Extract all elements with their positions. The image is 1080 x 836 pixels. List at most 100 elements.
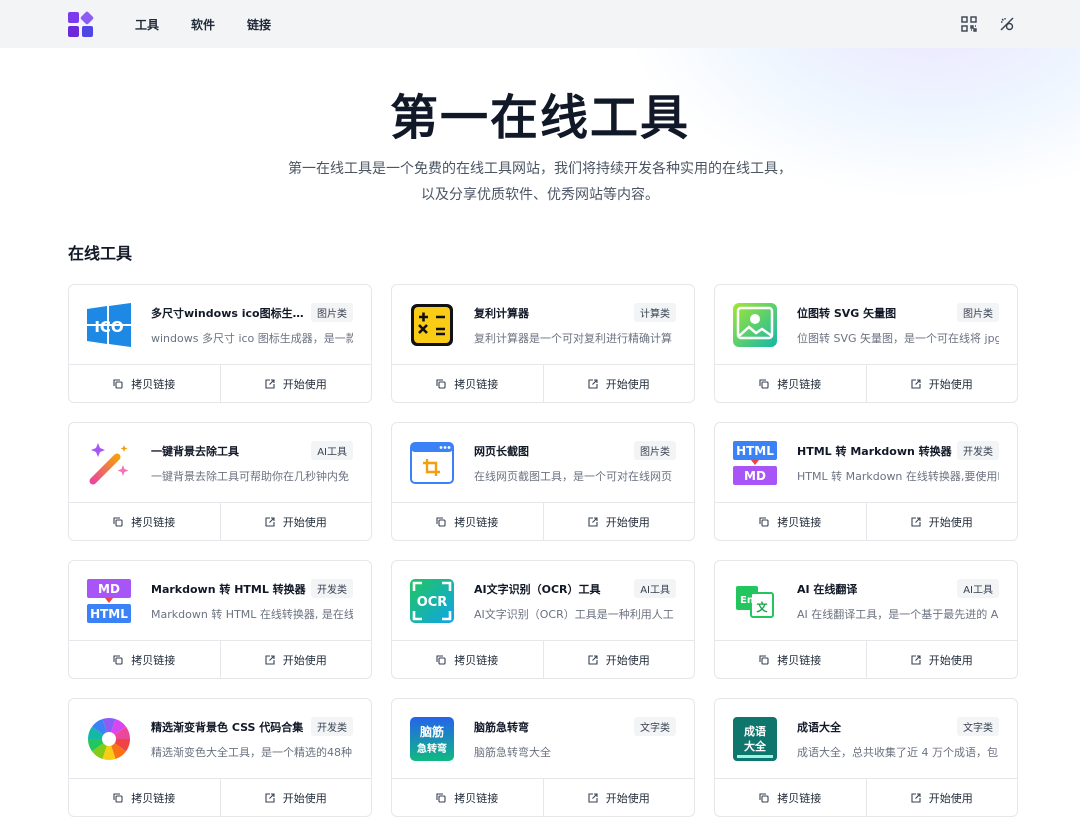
tool-card[interactable]: ICO 多尺寸windows ico图标生成... 图片类 windows 多尺… <box>68 284 372 403</box>
screenshot-icon <box>410 441 454 485</box>
copy-link-button[interactable]: 拷贝链接 <box>392 503 543 540</box>
start-using-button[interactable]: 开始使用 <box>542 779 695 816</box>
nav-item-software[interactable]: 软件 <box>191 16 215 33</box>
qr-code-icon[interactable] <box>960 15 978 33</box>
copy-link-button[interactable]: 拷贝链接 <box>392 779 543 816</box>
tool-card[interactable]: 精选渐变背景色 CSS 代码合集 开发类 精选渐变色大全工具，是一个精选的48种… <box>68 698 372 817</box>
tool-card[interactable]: OCR AI文字识别（OCR）工具 AI工具 AI文字识别（OCR）工具是一种利… <box>391 560 695 679</box>
start-using-button[interactable]: 开始使用 <box>219 779 372 816</box>
tool-name[interactable]: Markdown 转 HTML 转换器 <box>151 581 306 597</box>
nav-item-links[interactable]: 链接 <box>247 16 271 33</box>
tool-name[interactable]: 网页长截图 <box>474 443 529 459</box>
tool-name[interactable]: HTML 转 Markdown 转换器 <box>797 443 952 459</box>
external-link-icon <box>265 517 275 527</box>
tool-card[interactable]: 一键背景去除工具 AI工具 一键背景去除工具可帮助你在几秒钟内免 拷贝链接 开始… <box>68 422 372 541</box>
copy-icon <box>113 379 123 389</box>
tool-category-badge: 计算类 <box>634 303 676 323</box>
external-link-icon <box>911 517 921 527</box>
tool-category-badge: AI工具 <box>311 441 353 461</box>
tool-card-body[interactable]: 复利计算器 计算类 复利计算器是一个可对复利进行精确计算 <box>392 285 694 364</box>
external-link-icon <box>265 793 275 803</box>
start-using-button[interactable]: 开始使用 <box>865 365 1018 402</box>
start-using-button[interactable]: 开始使用 <box>865 641 1018 678</box>
tool-card[interactable]: 位图转 SVG 矢量图 图片类 位图转 SVG 矢量图，是一个可在线将 jpg … <box>714 284 1018 403</box>
tool-card[interactable]: En 文 AI 在线翻译 AI工具 AI 在线翻译工具，是一个基于最先进的 A 拷… <box>714 560 1018 679</box>
start-using-button[interactable]: 开始使用 <box>865 779 1018 816</box>
tool-description: HTML 转 Markdown 在线转换器,要使用H <box>797 470 999 484</box>
copy-link-label: 拷贝链接 <box>131 653 176 667</box>
copy-link-button[interactable]: 拷贝链接 <box>715 641 866 678</box>
start-using-button[interactable]: 开始使用 <box>219 503 372 540</box>
tool-name[interactable]: 一键背景去除工具 <box>151 443 239 459</box>
copy-link-button[interactable]: 拷贝链接 <box>69 641 220 678</box>
tool-card-body[interactable]: 成语 大全 成语大全 文字类 成语大全，总共收集了近 4 万个成语，包 <box>715 699 1017 778</box>
tool-name[interactable]: 成语大全 <box>797 719 841 735</box>
tool-card[interactable]: MD HTML Markdown 转 HTML 转换器 开发类 Markdown … <box>68 560 372 679</box>
site-logo[interactable] <box>68 10 95 37</box>
magic-wand-icon <box>87 441 131 485</box>
start-using-label: 开始使用 <box>605 791 650 805</box>
tool-card-body[interactable]: En 文 AI 在线翻译 AI工具 AI 在线翻译工具，是一个基于最先进的 A <box>715 561 1017 640</box>
start-using-button[interactable]: 开始使用 <box>865 503 1018 540</box>
copy-link-label: 拷贝链接 <box>777 515 822 529</box>
start-using-button[interactable]: 开始使用 <box>219 641 372 678</box>
copy-link-button[interactable]: 拷贝链接 <box>715 365 866 402</box>
tool-card[interactable]: 网页长截图 图片类 在线网页截图工具，是一个可对在线网页 拷贝链接 开始使用 <box>391 422 695 541</box>
start-using-label: 开始使用 <box>605 377 650 391</box>
copy-link-button[interactable]: 拷贝链接 <box>69 365 220 402</box>
copy-link-button[interactable]: 拷贝链接 <box>715 503 866 540</box>
tool-card[interactable]: 成语大全 成语大全 文字类 成语大全，总共收集了近 4 万个成语，包 拷贝链接 <box>714 698 1018 817</box>
tool-name[interactable]: 精选渐变背景色 CSS 代码合集 <box>151 719 303 735</box>
image-icon <box>733 302 777 347</box>
tool-category-badge: 开发类 <box>957 441 999 461</box>
tool-card-body[interactable]: 一键背景去除工具 AI工具 一键背景去除工具可帮助你在几秒钟内免 <box>69 423 371 502</box>
tool-card-body[interactable]: HTML MD HTML 转 Markdown 转换器 开发类 HTML 转 Ma… <box>715 423 1017 502</box>
tool-card[interactable]: 复利计算器 计算类 复利计算器是一个可对复利进行精确计算 拷贝链接 开始使用 <box>391 284 695 403</box>
tool-name[interactable]: 位图转 SVG 矢量图 <box>797 305 896 321</box>
hero: 第一在线工具 第一在线工具是一个免费的在线工具网站，我们将持续开发各种实用的在线… <box>0 48 1080 208</box>
start-using-button[interactable]: 开始使用 <box>219 365 372 402</box>
copy-icon <box>436 793 446 803</box>
tool-card-body[interactable]: MD HTML Markdown 转 HTML 转换器 开发类 Markdown … <box>69 561 371 640</box>
copy-icon <box>436 517 446 527</box>
tool-card-body[interactable]: ICO 多尺寸windows ico图标生成... 图片类 windows 多尺… <box>69 285 371 364</box>
tool-card-body[interactable]: 网页长截图 图片类 在线网页截图工具，是一个可对在线网页 <box>392 423 694 502</box>
tool-name[interactable]: 复利计算器 <box>474 305 529 321</box>
copy-link-label: 拷贝链接 <box>454 791 499 805</box>
start-using-button[interactable]: 开始使用 <box>542 503 695 540</box>
tool-name[interactable]: AI 在线翻译 <box>797 581 857 597</box>
theme-toggle-icon[interactable] <box>998 15 1016 33</box>
copy-link-button[interactable]: 拷贝链接 <box>392 365 543 402</box>
start-using-label: 开始使用 <box>282 653 327 667</box>
tool-card-body[interactable]: 位图转 SVG 矢量图 图片类 位图转 SVG 矢量图，是一个可在线将 jpg <box>715 285 1017 364</box>
tool-card-body[interactable]: 脑筋 急转弯 脑筋急转弯 文字类 脑筋急转弯大全 <box>392 699 694 778</box>
copy-link-button[interactable]: 拷贝链接 <box>69 779 220 816</box>
tool-card[interactable]: HTML MD HTML 转 Markdown 转换器 开发类 HTML 转 Ma… <box>714 422 1018 541</box>
nav-item-tools[interactable]: 工具 <box>135 16 159 33</box>
copy-link-button[interactable]: 拷贝链接 <box>715 779 866 816</box>
svg-text:脑筋: 脑筋 <box>419 724 444 739</box>
tool-name[interactable]: 多尺寸windows ico图标生成... <box>151 305 311 321</box>
copy-link-label: 拷贝链接 <box>454 377 499 391</box>
copy-link-label: 拷贝链接 <box>131 515 176 529</box>
tool-card-body[interactable]: 精选渐变背景色 CSS 代码合集 开发类 精选渐变色大全工具，是一个精选的48种 <box>69 699 371 778</box>
copy-link-button[interactable]: 拷贝链接 <box>392 641 543 678</box>
start-using-button[interactable]: 开始使用 <box>542 365 695 402</box>
tool-category-badge: 开发类 <box>311 717 353 737</box>
copy-link-label: 拷贝链接 <box>131 791 176 805</box>
tool-name[interactable]: 脑筋急转弯 <box>474 719 529 735</box>
tool-name[interactable]: AI文字识别（OCR）工具 <box>474 581 601 597</box>
calculator-icon <box>410 303 454 347</box>
copy-icon <box>759 517 769 527</box>
copy-link-label: 拷贝链接 <box>777 791 822 805</box>
start-using-label: 开始使用 <box>928 791 973 805</box>
tool-description: AI文字识别（OCR）工具是一种利用人工 <box>474 608 674 622</box>
tool-card-body[interactable]: OCR AI文字识别（OCR）工具 AI工具 AI文字识别（OCR）工具是一种利… <box>392 561 694 640</box>
external-link-icon <box>265 655 275 665</box>
svg-text:MD: MD <box>98 582 120 596</box>
tool-card[interactable]: 脑筋 急转弯 脑筋急转弯 文字类 脑筋急转弯大全 拷贝链接 开始使用 <box>391 698 695 817</box>
tool-description: AI 在线翻译工具，是一个基于最先进的 A <box>797 608 999 622</box>
hero-desc-line-1: 第一在线工具是一个免费的在线工具网站，我们将持续开发各种实用的在线工具， <box>288 161 792 177</box>
copy-link-button[interactable]: 拷贝链接 <box>69 503 220 540</box>
start-using-button[interactable]: 开始使用 <box>542 641 695 678</box>
